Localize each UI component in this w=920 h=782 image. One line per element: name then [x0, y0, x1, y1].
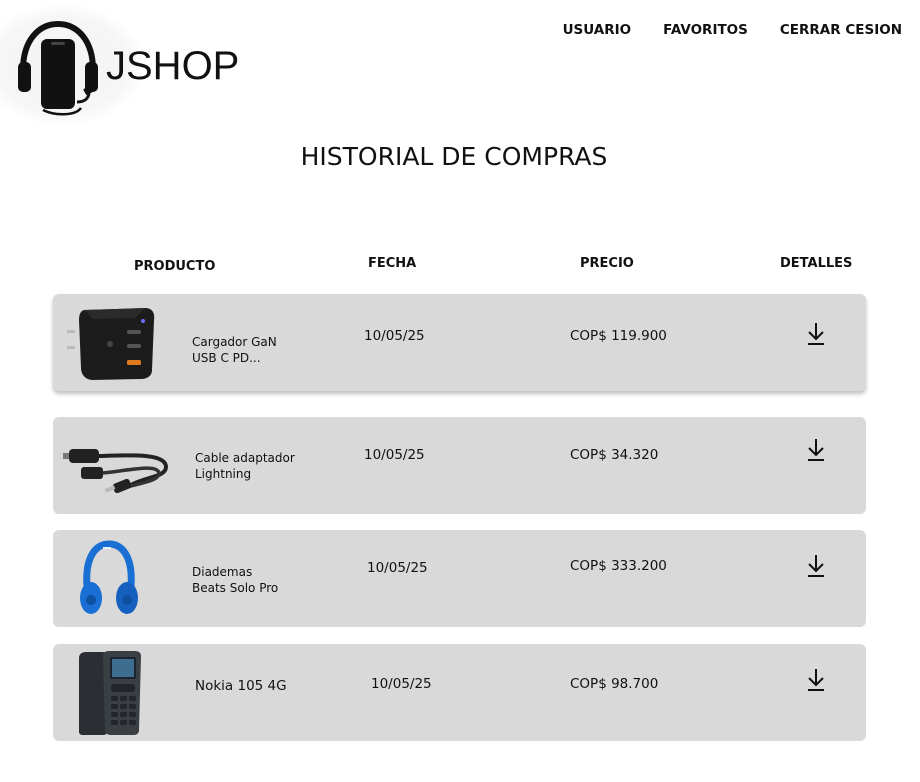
download-icon[interactable]: [805, 437, 827, 463]
page-title: HISTORIAL DE COMPRAS: [300, 142, 608, 171]
purchase-row: Diademas Beats Solo Pro 10/05/25 COP$ 33…: [53, 530, 866, 627]
charger-product-image: [67, 308, 155, 380]
product-name: Diademas Beats Solo Pro: [192, 565, 279, 595]
purchase-row: Cable adaptador Lightning 10/05/25 COP$ …: [53, 417, 866, 514]
column-header-price: PRECIO: [580, 256, 634, 271]
nav-favorites-link[interactable]: FAVORITOS: [663, 22, 748, 38]
purchase-date: 10/05/25: [364, 328, 425, 344]
column-header-product: PRODUCTO: [134, 259, 216, 274]
purchase-price: COP$ 98.700: [570, 676, 659, 692]
column-header-date: FECHA: [368, 256, 417, 271]
nav-logout-link[interactable]: CERRAR CESION: [780, 22, 902, 38]
download-icon[interactable]: [805, 553, 827, 579]
purchase-date: 10/05/25: [367, 560, 428, 576]
purchase-price: COP$ 119.900: [570, 328, 667, 344]
product-name: Cable adaptador Lightning: [195, 451, 295, 481]
logo[interactable]: JSHOP: [0, 4, 250, 129]
brand-name: JSHOP: [106, 44, 240, 88]
nav-user-link[interactable]: USUARIO: [563, 22, 632, 38]
purchase-row: Nokia 105 4G 10/05/25 COP$ 98.700: [53, 644, 866, 741]
purchase-date: 10/05/25: [371, 676, 432, 692]
purchase-date: 10/05/25: [364, 447, 425, 463]
headphones-product-image: [80, 540, 138, 614]
product-name: Nokia 105 4G: [195, 678, 287, 694]
download-icon[interactable]: [805, 321, 827, 347]
column-header-details: DETALLES: [780, 256, 853, 271]
product-name: Cargador GaN USB C PD...: [192, 335, 277, 365]
purchase-price: COP$ 34.320: [570, 447, 659, 463]
headset-phone-logo-icon: [18, 20, 98, 116]
cable-adapter-product-image: [63, 449, 169, 494]
top-navigation: USUARIO FAVORITOS CERRAR CESION: [563, 22, 902, 38]
purchase-row: Cargador GaN USB C PD... 10/05/25 COP$ 1…: [53, 294, 866, 391]
phone-product-image: [79, 651, 141, 735]
download-icon[interactable]: [805, 667, 827, 693]
purchase-price: COP$ 333.200: [570, 558, 667, 574]
